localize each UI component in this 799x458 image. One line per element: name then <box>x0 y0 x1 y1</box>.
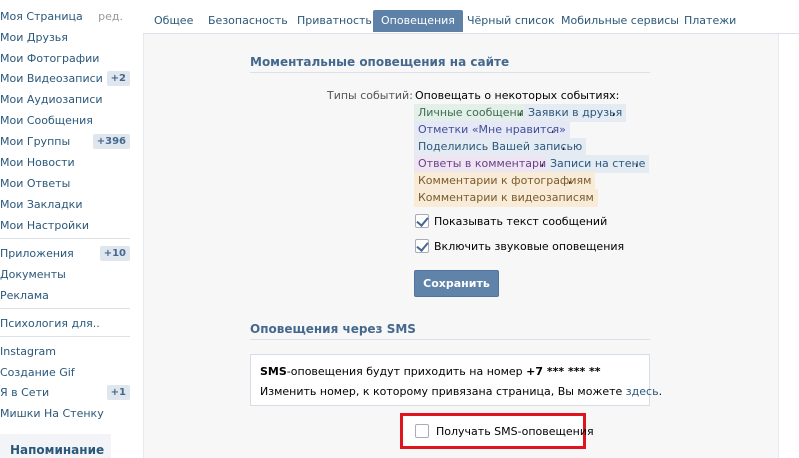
settings-tabs: Общее Безопасность Приватность Оповещени… <box>143 0 799 34</box>
sidebar-item-label: Мои Фотографии <box>0 52 100 65</box>
separator-comma: , <box>612 105 616 118</box>
sidebar-item-label: Мои Сообщения <box>0 114 93 127</box>
sidebar-item-friends[interactable]: Мои Друзья <box>0 27 133 48</box>
sidebar-item-label: Мои Аудиозаписи <box>0 93 103 106</box>
highlight-frame: Получать SMS-оповещения <box>400 413 594 449</box>
sidebar-item-label: Instagram <box>0 345 56 358</box>
event-tag-wall-posts[interactable]: Записи на стене <box>546 155 650 173</box>
tab-mobile-services[interactable]: Мобильные сервисы <box>561 10 679 32</box>
tab-security[interactable]: Безопасность <box>208 10 288 32</box>
separator-comma: , <box>541 156 545 169</box>
sidebar-item-apps[interactable]: Приложения +10 <box>0 243 133 264</box>
reminder-block: Напоминание <box>0 434 111 458</box>
section-divider <box>250 339 650 340</box>
sidebar-item-audio[interactable]: Мои Аудиозаписи <box>0 89 133 110</box>
sms-bold-label: SMS <box>260 365 287 378</box>
separator-comma: , <box>635 156 639 169</box>
sidebar-divider <box>0 308 130 309</box>
event-tag-video-comments[interactable]: Комментарии к видеозаписям <box>414 189 598 207</box>
event-tag-shares[interactable]: Поделились Вашей записью <box>414 138 587 156</box>
sidebar-item-label: Мои Друзья <box>0 31 68 44</box>
separator-comma: , <box>562 139 566 152</box>
event-tag-friend-requests[interactable]: Заявки в друзья <box>524 104 627 122</box>
sidebar-item-my-page[interactable]: Моя Страница ред. <box>0 6 133 27</box>
sidebar-item-online[interactable]: Я в Сети +1 <box>0 382 133 403</box>
sms-phone: +7 *** *** ** <box>526 365 601 378</box>
count-badge: +10 <box>99 246 130 261</box>
save-button[interactable]: Сохранить <box>414 270 499 297</box>
section-divider <box>250 72 650 73</box>
sidebar-item-psychology[interactable]: Психология для.. <box>0 313 133 334</box>
sms-change-text: Изменить номер, к которому привязана стр… <box>260 385 626 398</box>
sidebar-item-label: Мои Закладки <box>0 198 83 211</box>
sound-checkbox[interactable] <box>415 239 429 253</box>
sidebar-item-label: Приложения <box>0 247 74 260</box>
sms-info-box: SMS-оповещения будут приходить на номер … <box>250 354 662 406</box>
sidebar-item-settings[interactable]: Мои Настройки <box>0 215 133 236</box>
event-tag-messages[interactable]: Личные сообщения <box>414 104 535 122</box>
sidebar-item-label: Психология для.. <box>0 317 100 330</box>
sidebar-item-gif[interactable]: Создание Gif <box>0 362 133 383</box>
tab-blacklist[interactable]: Чёрный список <box>467 10 555 32</box>
sidebar-divider <box>0 336 130 337</box>
tab-privacy[interactable]: Приватность <box>297 10 372 32</box>
tab-general[interactable]: Общее <box>154 10 193 32</box>
separator-comma: , <box>551 122 555 135</box>
show-text-label[interactable]: Показывать текст сообщений <box>434 215 607 228</box>
sidebar-item-groups[interactable]: Мои Группы +396 <box>0 131 133 152</box>
reminder-title: Напоминание <box>10 443 105 457</box>
separator-comma: , <box>519 105 523 118</box>
sidebar-item-documents[interactable]: Документы <box>0 264 133 285</box>
count-badge: +2 <box>106 71 130 86</box>
sidebar-item-label: Создание Gif <box>0 366 75 379</box>
receive-sms-label[interactable]: Получать SMS-оповещения <box>436 425 594 438</box>
separator-comma: , <box>568 173 572 186</box>
event-tag-likes[interactable]: Отметки «Мне нравится» <box>414 121 570 139</box>
sidebar-divider <box>0 238 130 239</box>
left-sidebar: Моя Страница ред. Мои Друзья Мои Фотогра… <box>0 0 133 458</box>
sidebar-item-label: Мишки На Стенку <box>0 407 104 420</box>
sidebar-item-instagram[interactable]: Instagram <box>0 341 133 362</box>
sound-label[interactable]: Включить звуковые оповещения <box>434 240 624 253</box>
sidebar-item-messages[interactable]: Мои Сообщения <box>0 110 133 131</box>
sidebar-item-label: Мои Ответы <box>0 177 71 190</box>
tab-payments[interactable]: Платежи <box>684 10 736 32</box>
edit-link[interactable]: ред. <box>98 10 123 23</box>
sidebar-item-label: Реклама <box>0 289 49 302</box>
tab-notifications[interactable]: Оповещения <box>373 10 463 32</box>
sms-change-end: . <box>658 385 663 398</box>
count-badge: +396 <box>92 134 130 149</box>
show-text-checkbox[interactable] <box>415 214 429 228</box>
sidebar-item-news[interactable]: Мои Новости <box>0 152 133 173</box>
event-types-label: Типы событий: <box>327 89 413 102</box>
receive-sms-checkbox[interactable] <box>415 424 429 438</box>
section-title-sms: Оповещения через SMS <box>250 322 416 336</box>
section-title-instant: Моментальные оповещения на сайте <box>250 55 510 69</box>
sidebar-item-ads[interactable]: Реклама <box>0 285 133 306</box>
count-badge: +1 <box>106 385 130 400</box>
sidebar-item-videos[interactable]: Мои Видеозаписи +2 <box>0 68 133 89</box>
sidebar-item-label: Мои Группы <box>0 135 71 148</box>
event-types-intro: Оповещать о некоторых событиях: <box>415 89 620 102</box>
sidebar-item-label: Документы <box>0 268 66 281</box>
sms-number-text: -оповещения будут приходить на номер <box>286 365 527 378</box>
settings-panel: Моментальные оповещения на сайте Типы со… <box>143 34 779 458</box>
sidebar-item-bookmarks[interactable]: Мои Закладки <box>0 194 133 215</box>
sms-change-line: Изменить номер, к которому привязана стр… <box>260 385 662 398</box>
sidebar-item-label: Я в Сети <box>0 386 50 399</box>
sidebar-item-label: Мои Новости <box>0 156 75 169</box>
sidebar-item-bears[interactable]: Мишки На Стенку <box>0 403 133 424</box>
sms-number-line: SMS-оповещения будут приходить на номер … <box>260 365 601 378</box>
sidebar-item-label: Мои Видеозаписи <box>0 72 103 85</box>
change-number-link[interactable]: здесь <box>626 385 659 398</box>
sidebar-item-label: Мои Настройки <box>0 219 89 232</box>
sidebar-item-photos[interactable]: Мои Фотографии <box>0 48 133 69</box>
sidebar-item-answers[interactable]: Мои Ответы <box>0 173 133 194</box>
sidebar-item-label: Моя Страница <box>0 10 83 23</box>
